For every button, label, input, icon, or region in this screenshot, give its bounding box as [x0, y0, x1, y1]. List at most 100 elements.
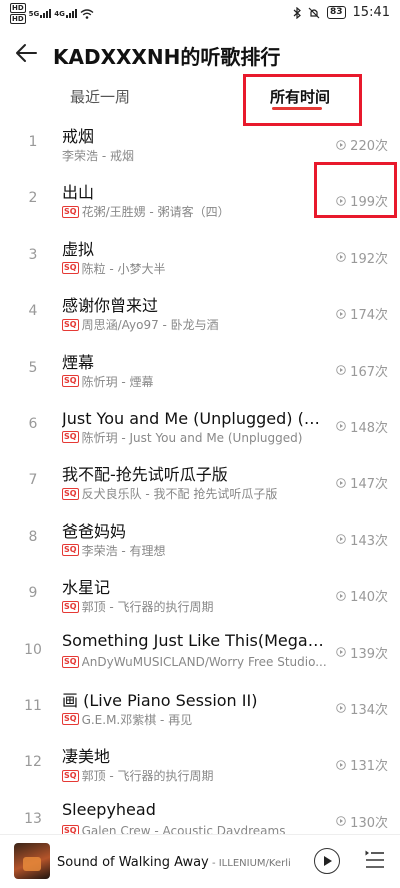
sq-quality-badge: SQ: [62, 544, 79, 557]
song-subtitle: SQ 李荣浩 - 有理想: [62, 542, 330, 559]
play-count-value: 167次: [350, 364, 388, 380]
sq-quality-badge: SQ: [62, 769, 79, 782]
play-count: 147次: [336, 473, 388, 492]
play-count-icon: [336, 534, 346, 544]
song-rank: 8: [28, 528, 38, 545]
wifi-icon: [80, 8, 94, 19]
back-arrow-icon[interactable]: [14, 40, 40, 66]
song-subtitle: SQ 陈粒 - 小梦大半: [62, 260, 330, 277]
song-row[interactable]: 9 水星记 SQ 郭顶 - 飞行器的执行周期 140次: [0, 567, 400, 623]
artist-album-text: 周思涵/Ayo97 - 卧龙与酒: [81, 318, 219, 333]
sq-quality-badge: SQ: [62, 262, 79, 275]
status-right: 83 15:41: [293, 5, 390, 20]
song-row[interactable]: 4 感谢你曾来过 SQ 周思涵/Ayo97 - 卧龙与酒 174次: [0, 285, 400, 341]
song-rank: 1: [28, 134, 38, 150]
artist-album-text: 李荣浩 - 有理想: [81, 543, 166, 558]
song-subtitle: SQ 周思涵/Ayo97 - 卧龙与酒: [62, 316, 330, 333]
song-title: 煙幕: [62, 352, 95, 372]
song-rank: 6: [28, 415, 38, 432]
play-count-icon: [336, 703, 346, 714]
song-row[interactable]: 7 我不配-抢先试听瓜子版 SQ 反犬良乐队 - 我不配 抢先试听瓜子版 147次: [0, 454, 400, 510]
song-rank: 2: [28, 190, 38, 207]
song-title: 感谢你曾来过: [62, 296, 159, 316]
play-count: 130次: [336, 812, 388, 831]
song-rank: 4: [28, 303, 38, 320]
sim1-badge: HD: [10, 3, 26, 13]
play-count-value: 143次: [350, 533, 388, 549]
song-subtitle: SQ 郭顶 - 飞行器的执行周期: [62, 598, 330, 615]
song-row[interactable]: 11 画 (Live Piano Session II) SQ G.E.M.邓紫棋 -…: [0, 680, 400, 736]
song-title: 出山: [62, 183, 95, 203]
song-subtitle: SQ 郭顶 - 飞行器的执行周期: [62, 767, 330, 784]
play-count-value: 139次: [350, 646, 388, 662]
artist-album-text: 李荣浩 - 戒烟: [62, 149, 134, 163]
annotation-box-plays: [314, 162, 397, 218]
song-rank: 3: [28, 246, 38, 263]
play-count: 174次: [336, 304, 388, 323]
song-title: Sleepyhead: [62, 799, 156, 819]
network1-label: 5G: [28, 9, 40, 18]
sq-quality-badge: SQ: [62, 487, 79, 500]
song-subtitle: SQ 陈忻玥 - 煙幕: [62, 373, 330, 390]
sim-badges: HD HD: [10, 3, 26, 24]
play-count-value: 174次: [350, 308, 388, 324]
artist-album-text: 花粥/王胜娚 - 粥请客（四）: [81, 205, 230, 220]
mute-bell-icon: [308, 7, 320, 18]
album-cover[interactable]: [14, 843, 50, 879]
play-count-icon: [336, 816, 346, 826]
song-row[interactable]: 3 虚拟 SQ 陈粒 - 小梦大半 192次: [0, 229, 400, 285]
song-row[interactable]: 6 Just You and Me (Unplugged) (你... SQ 陈忻玥 …: [0, 398, 400, 454]
play-count-icon: [336, 421, 346, 432]
play-count-value: 140次: [350, 590, 388, 606]
artist-album-text: 陈忻玥 - Just You and Me (Unplugged): [81, 430, 303, 445]
play-count: 131次: [336, 755, 388, 774]
song-subtitle: 李荣浩 - 戒烟: [62, 147, 330, 164]
play-count-value: 192次: [350, 251, 388, 267]
play-count: 220次: [336, 135, 388, 154]
play-count: 143次: [336, 530, 388, 549]
play-count-icon: [336, 590, 346, 601]
play-count-icon: [336, 478, 346, 488]
play-count-value: 147次: [350, 477, 388, 493]
playlist-queue-icon[interactable]: [364, 849, 386, 871]
artist-album-text: 郭顶 - 飞行器的执行周期: [81, 600, 214, 615]
battery-indicator: 83: [327, 6, 346, 19]
mini-player[interactable]: Sound of Walking Away - ILLENIUM/Kerli: [0, 834, 400, 888]
song-title: 凄美地: [62, 747, 111, 767]
artist-album-text: 陈忻玥 - 煙幕: [81, 374, 154, 389]
song-subtitle: SQ 反犬良乐队 - 我不配 抢先试听瓜子版: [62, 485, 330, 502]
song-rank: 7: [28, 472, 38, 489]
song-title: 我不配-抢先试听瓜子版: [62, 465, 228, 485]
song-row[interactable]: 8 爸爸妈妈 SQ 李荣浩 - 有理想 143次: [0, 511, 400, 567]
song-subtitle: SQ AnDyWuMUSICLAND/Worry Free Studio...: [62, 655, 330, 669]
play-count-icon: [336, 308, 346, 319]
artist-album-text: 陈粒 - 小梦大半: [81, 261, 166, 276]
song-row[interactable]: 12 凄美地 SQ 郭顶 - 飞行器的执行周期 131次: [0, 736, 400, 792]
play-count-icon: [336, 760, 346, 770]
play-count-icon: [336, 365, 346, 375]
artist-album-text: AnDyWuMUSICLAND/Worry Free Studio...: [81, 654, 327, 669]
signal1-icon: [40, 9, 52, 18]
now-playing-text[interactable]: Sound of Walking Away - ILLENIUM/Kerli: [57, 851, 307, 870]
song-rank: 9: [28, 585, 38, 602]
page-title: KADXXXNH的听歌排行: [53, 45, 281, 69]
play-button[interactable]: [314, 848, 340, 874]
song-rank: 11: [24, 697, 42, 714]
sq-quality-badge: SQ: [62, 375, 79, 388]
song-title: 画 (Live Piano Session II): [62, 690, 258, 710]
play-count-icon: [336, 647, 346, 657]
play-count: 167次: [336, 361, 388, 380]
song-row[interactable]: 5 煙幕 SQ 陈忻玥 - 煙幕 167次: [0, 342, 400, 398]
song-title: 虚拟: [62, 239, 95, 259]
song-row[interactable]: 10 Something Just Like This(Megamix) SQ AnD…: [0, 624, 400, 680]
play-count-value: 220次: [350, 139, 388, 154]
signal2-icon: [65, 9, 77, 18]
song-rank: 12: [24, 754, 42, 771]
play-count: 139次: [336, 643, 388, 662]
song-title: Just You and Me (Unplugged) (你...: [62, 408, 328, 428]
play-count: 140次: [336, 586, 388, 605]
tab-recent-week[interactable]: 最近一周: [70, 86, 130, 107]
status-left: HD HD 5G 4G: [10, 3, 94, 24]
now-playing-artist: - ILLENIUM/Kerli: [208, 858, 291, 869]
artist-album-text: G.E.M.邓紫棋 - 再见: [81, 712, 193, 727]
